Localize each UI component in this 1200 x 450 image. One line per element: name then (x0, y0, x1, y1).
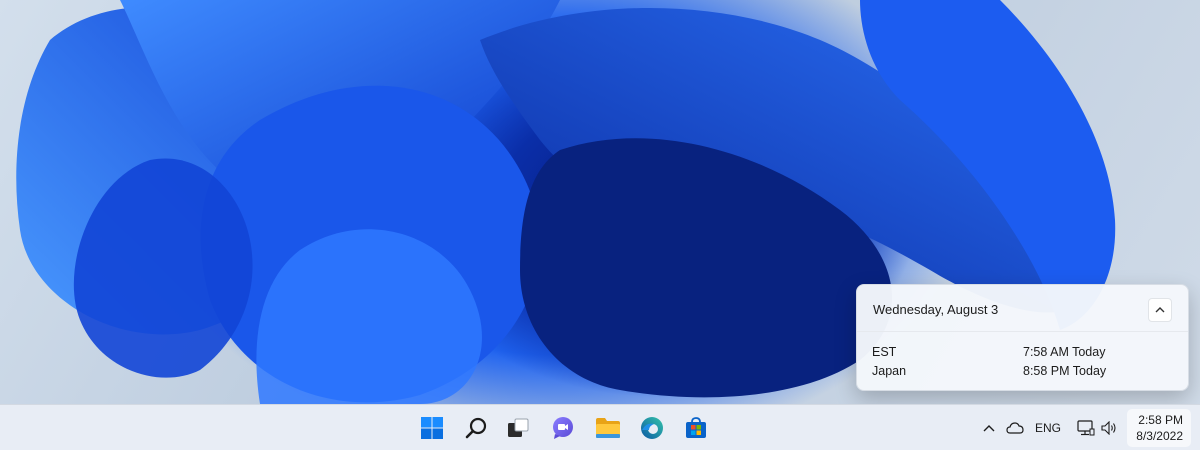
network-button[interactable] (1074, 413, 1098, 443)
task-view-icon (508, 418, 529, 437)
network-icon (1077, 420, 1095, 436)
clock-time: 7:58 AM Today (1023, 345, 1106, 359)
volume-button[interactable] (1098, 413, 1120, 443)
file-explorer-icon (596, 418, 620, 438)
chat-icon (553, 417, 573, 439)
onedrive-icon (1006, 422, 1024, 434)
onedrive-button[interactable] (1002, 413, 1028, 443)
language-label: ENG (1034, 421, 1061, 435)
chat-button[interactable] (545, 410, 581, 446)
volume-icon (1101, 421, 1116, 435)
store-icon (686, 417, 706, 438)
clock-label: EST (872, 345, 897, 359)
start-icon (421, 417, 443, 439)
clock-label: Japan (872, 364, 907, 378)
chevron-up-icon (983, 425, 995, 432)
flyout-divider (857, 331, 1188, 332)
chevron-up-icon (1155, 307, 1165, 313)
task-view-button[interactable] (500, 410, 536, 446)
clock-flyout: Wednesday, August 3 EST 7:58 AM Today Ja… (856, 284, 1189, 391)
clock-time: 8:58 PM Today (1023, 364, 1107, 378)
edge-icon (641, 417, 663, 439)
search-button[interactable] (458, 410, 494, 446)
start-button[interactable] (414, 410, 450, 446)
file-explorer-button[interactable] (590, 410, 626, 446)
clock-time-label: 2:58 PM (1138, 413, 1183, 427)
taskbar: ENG 2:58 PM 8/3/2022 (0, 404, 1200, 450)
language-indicator[interactable]: ENG (1032, 413, 1064, 443)
search-icon (465, 417, 487, 439)
flyout-date: Wednesday, August 3 (873, 302, 999, 317)
taskbar-clock[interactable]: 2:58 PM 8/3/2022 (1127, 409, 1191, 447)
store-button[interactable] (678, 410, 714, 446)
clock-date-label: 8/3/2022 (1136, 429, 1183, 443)
show-hidden-icons-button[interactable] (979, 413, 999, 443)
collapse-button[interactable] (1148, 298, 1172, 322)
edge-button[interactable] (634, 410, 670, 446)
